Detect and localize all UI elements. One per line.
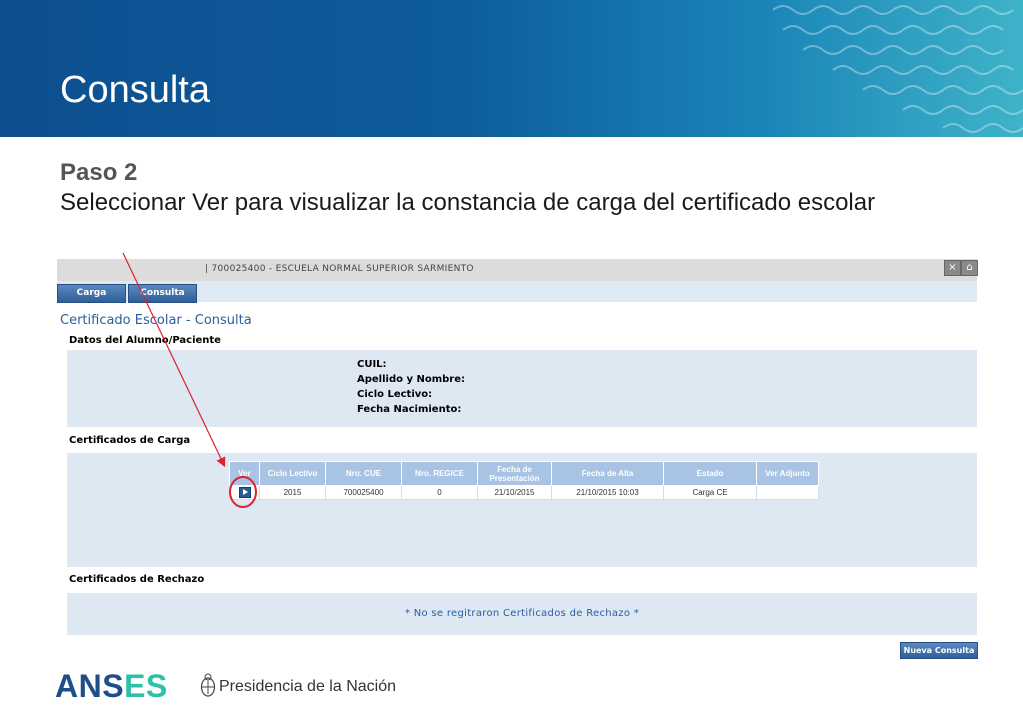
coat-of-arms-icon (200, 673, 216, 697)
col-estado: Estado (663, 461, 757, 486)
col-fecha-presentacion: Fecha de Presentación (477, 461, 552, 486)
ver-button-icon[interactable] (238, 487, 251, 498)
cell-ciclo: 2015 (259, 485, 326, 500)
table-header-row: Ver Ciclo Lectivo Nro. CUE Nro. REGICE F… (229, 461, 819, 486)
col-nro-cue: Nro. CUE (325, 461, 402, 486)
title-banner: Consulta (0, 0, 1023, 137)
col-ciclo-lectivo: Ciclo Lectivo (259, 461, 326, 486)
school-label: | 700025400 - ESCUELA NORMAL SUPERIOR SA… (205, 264, 474, 274)
presidencia-logo-text: Presidencia de la Nación (219, 678, 396, 695)
rechazo-section-label: Certificados de Rechazo (69, 574, 205, 585)
cell-cue: 700025400 (325, 485, 402, 500)
anses-logo: ANSES (55, 668, 168, 704)
rechazo-empty-message: * No se regitraron Certificados de Recha… (404, 608, 640, 619)
col-ver: Ver (229, 461, 260, 486)
table-row: 2015 700025400 0 21/10/2015 21/10/2015 1… (229, 485, 819, 500)
slide-title: Consulta (60, 69, 210, 111)
decorative-pattern (772, 5, 1023, 133)
student-panel: CUIL: Apellido y Nombre: Ciclo Lectivo: … (67, 350, 977, 427)
cell-alta: 21/10/2015 10:03 (551, 485, 664, 500)
tab-carga[interactable]: Carga (57, 284, 126, 303)
field-fecha-nacimiento: Fecha Nacimiento: (357, 404, 462, 415)
student-fields: CUIL: Apellido y Nombre: Ciclo Lectivo: … (357, 357, 465, 417)
col-ver-adjunto: Ver Adjunto (756, 461, 819, 486)
tab-consulta[interactable]: Consulta (128, 284, 197, 303)
step-label: Paso 2 (60, 159, 138, 186)
page-heading: Certificado Escolar - Consulta (60, 313, 252, 328)
app-window: | 700025400 - ESCUELA NORMAL SUPERIOR SA… (57, 259, 978, 661)
cell-regice: 0 (401, 485, 478, 500)
nueva-consulta-button[interactable]: Nueva Consulta (900, 642, 978, 659)
app-topbar: | 700025400 - ESCUELA NORMAL SUPERIOR SA… (57, 259, 978, 281)
field-ciclo-lectivo: Ciclo Lectivo: (357, 389, 433, 400)
student-section-label: Datos del Alumno/Paciente (69, 335, 221, 346)
close-icon[interactable]: × (944, 260, 961, 276)
app-navbar: Carga Consulta (57, 281, 977, 303)
field-apellido-nombre: Apellido y Nombre: (357, 374, 466, 385)
cell-adjunto[interactable] (756, 485, 819, 500)
step-instructions: Paso 2 Seleccionar Ver para visualizar l… (60, 158, 875, 218)
carga-section-label: Certificados de Carga (69, 435, 191, 446)
ver-cell (229, 485, 260, 500)
rechazo-panel: * No se regitraron Certificados de Recha… (67, 593, 977, 635)
home-icon[interactable]: ⌂ (961, 260, 978, 276)
field-cuil: CUIL: (357, 359, 387, 370)
instruction-text: Seleccionar Ver para visualizar la const… (60, 189, 876, 216)
cell-presentacion: 21/10/2015 (477, 485, 552, 500)
col-fecha-alta: Fecha de Alta (551, 461, 664, 486)
carga-table: Ver Ciclo Lectivo Nro. CUE Nro. REGICE F… (229, 461, 819, 500)
cell-estado: Carga CE (663, 485, 757, 500)
col-nro-regice: Nro. REGICE (401, 461, 478, 486)
